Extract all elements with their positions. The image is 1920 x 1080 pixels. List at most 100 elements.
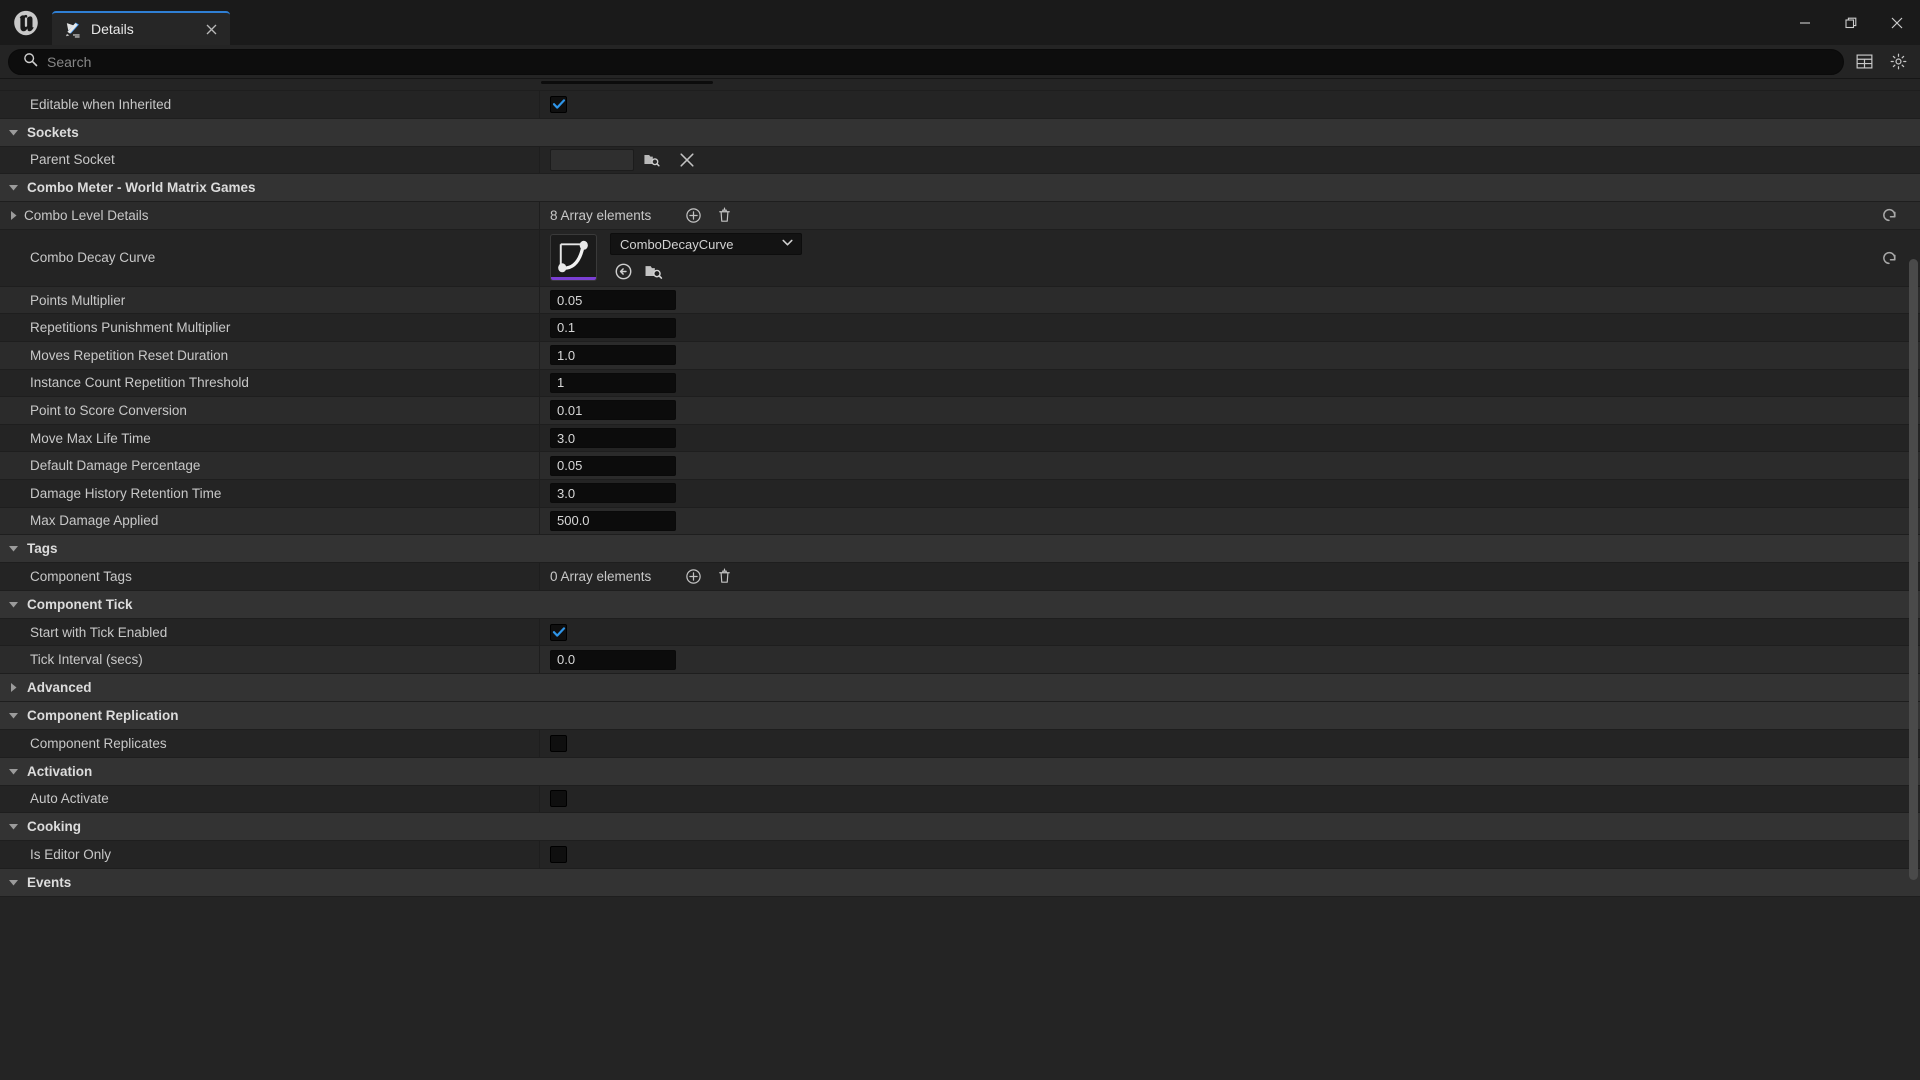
close-icon[interactable] bbox=[202, 20, 220, 38]
property-label: Repetitions Punishment Multiplier bbox=[30, 320, 231, 336]
gear-icon[interactable] bbox=[1884, 48, 1912, 76]
property-label: Instance Count Repetition Threshold bbox=[30, 375, 249, 391]
category-header-combo-meter-world-matrix-games[interactable]: Combo Meter - World Matrix Games bbox=[0, 174, 1920, 203]
triangle-down-icon[interactable] bbox=[6, 597, 20, 611]
chevron-down-icon bbox=[781, 236, 794, 252]
delete-icon[interactable] bbox=[713, 204, 735, 226]
triangle-down-icon[interactable] bbox=[6, 764, 20, 778]
unreal-engine-logo bbox=[0, 0, 52, 45]
browse-asset-icon[interactable] bbox=[640, 149, 662, 171]
property-value-cell: ComboDecayCurve bbox=[540, 230, 1920, 286]
number-input-move-max-life-time[interactable]: 3.0 bbox=[550, 428, 676, 449]
property-name-cell: Move Max Life Time bbox=[0, 424, 540, 452]
category-label: Events bbox=[27, 874, 72, 890]
triangle-down-icon[interactable] bbox=[6, 181, 20, 195]
search-field[interactable] bbox=[8, 48, 1844, 75]
number-input-default-damage-percentage[interactable]: 0.05 bbox=[550, 455, 676, 476]
property-value-cell bbox=[540, 841, 1920, 868]
checkbox-is-editor-only[interactable] bbox=[550, 845, 567, 863]
socket-name-input[interactable] bbox=[550, 148, 634, 171]
property-value-cell: 1.0 bbox=[540, 342, 1920, 369]
triangle-down-icon[interactable] bbox=[6, 875, 20, 889]
number-value: 3.0 bbox=[557, 485, 576, 501]
triangle-down-icon[interactable] bbox=[6, 542, 20, 556]
checkbox-start-with-tick-enabled[interactable] bbox=[550, 623, 567, 641]
property-name-cell: Repetitions Punishment Multiplier bbox=[0, 314, 540, 341]
property-label: Editable when Inherited bbox=[30, 96, 172, 112]
property-row: Component Replicates bbox=[0, 729, 1920, 758]
property-label: Component Replicates bbox=[30, 735, 167, 751]
vertical-scrollbar[interactable] bbox=[1909, 79, 1918, 1080]
add-element-icon[interactable] bbox=[682, 204, 704, 226]
number-input-moves-repetition-reset-duration[interactable]: 1.0 bbox=[550, 345, 676, 366]
scrollbar-thumb[interactable] bbox=[1909, 259, 1918, 880]
category-header-sockets[interactable]: Sockets bbox=[0, 118, 1920, 147]
property-name-cell: Max Damage Applied bbox=[0, 507, 540, 535]
number-input-point-to-score-conversion[interactable]: 0.01 bbox=[550, 400, 676, 421]
category-header-component-tick[interactable]: Component Tick bbox=[0, 590, 1920, 619]
add-element-icon[interactable] bbox=[682, 565, 704, 587]
details-panel-icon bbox=[64, 21, 81, 38]
category-label: Tags bbox=[27, 541, 58, 557]
number-value: 3.0 bbox=[557, 430, 576, 446]
category-header-tags[interactable]: Tags bbox=[0, 535, 1920, 564]
property-row: Is Editor Only bbox=[0, 841, 1920, 869]
property-row: Max Damage Applied 500.0 bbox=[0, 507, 1920, 536]
property-label: Point to Score Conversion bbox=[30, 402, 187, 418]
property-value-cell: 0.05 bbox=[540, 452, 1920, 479]
number-input-tick-interval-secs-[interactable]: 0.0 bbox=[550, 649, 676, 670]
minimize-icon[interactable] bbox=[1782, 0, 1828, 45]
asset-dropdown[interactable]: ComboDecayCurve bbox=[610, 233, 802, 256]
search-input[interactable] bbox=[47, 53, 1829, 70]
array-element-count: 8 Array elements bbox=[550, 207, 652, 223]
curve-thumbnail-icon[interactable] bbox=[550, 234, 597, 282]
number-input-damage-history-retention-time[interactable]: 3.0 bbox=[550, 483, 676, 504]
triangle-down-icon[interactable] bbox=[6, 125, 20, 139]
category-header-cooking[interactable]: Cooking bbox=[0, 813, 1920, 842]
category-header-events[interactable]: Events bbox=[0, 868, 1920, 897]
property-value-cell bbox=[540, 730, 1920, 757]
restore-icon[interactable] bbox=[1828, 0, 1874, 45]
reset-to-default-icon[interactable] bbox=[1880, 206, 1898, 224]
property-name-cell: Points Multiplier bbox=[0, 286, 540, 314]
property-value-cell bbox=[540, 147, 1920, 174]
checkbox-component-replicates[interactable] bbox=[550, 734, 567, 752]
search-icon bbox=[23, 52, 38, 72]
use-selected-asset-icon[interactable] bbox=[612, 260, 634, 282]
number-input-repetitions-punishment-multiplier[interactable]: 0.1 bbox=[550, 317, 676, 338]
search-bar bbox=[0, 45, 1920, 79]
number-input-points-multiplier[interactable]: 0.05 bbox=[550, 290, 676, 311]
delete-icon[interactable] bbox=[713, 565, 735, 587]
browse-to-asset-icon[interactable] bbox=[642, 260, 664, 282]
details-property-list[interactable]: Editable when Inherited Sockets Parent Soc… bbox=[0, 79, 1920, 1080]
property-name-cell: Is Editor Only bbox=[0, 841, 540, 868]
category-header-component-replication[interactable]: Component Replication bbox=[0, 701, 1920, 730]
property-row: Parent Socket bbox=[0, 146, 1920, 175]
property-row: Damage History Retention Time 3.0 bbox=[0, 479, 1920, 508]
category-header-advanced[interactable]: Advanced bbox=[0, 673, 1920, 702]
category-label: Cooking bbox=[27, 819, 81, 835]
column-view-icon[interactable] bbox=[1850, 48, 1878, 76]
number-value: 500.0 bbox=[557, 513, 590, 529]
array-element-count: 0 Array elements bbox=[550, 568, 652, 584]
property-row: Component Tags 0 Array elements bbox=[0, 563, 1920, 591]
triangle-right-icon[interactable] bbox=[6, 208, 20, 222]
number-input-max-damage-applied[interactable]: 500.0 bbox=[550, 510, 676, 531]
checkbox-editable-when-inherited[interactable] bbox=[550, 95, 567, 113]
checkbox-auto-activate[interactable] bbox=[550, 790, 567, 808]
category-label: Component Tick bbox=[27, 596, 133, 612]
property-label: Component Tags bbox=[30, 568, 132, 584]
property-label: Tick Interval (secs) bbox=[30, 652, 143, 668]
tab-details[interactable]: Details bbox=[52, 11, 230, 45]
property-value-cell bbox=[540, 619, 1920, 646]
tab-label: Details bbox=[91, 21, 134, 37]
triangle-down-icon[interactable] bbox=[6, 708, 20, 722]
triangle-right-icon[interactable] bbox=[6, 680, 20, 694]
category-header-activation[interactable]: Activation bbox=[0, 757, 1920, 786]
triangle-down-icon[interactable] bbox=[6, 820, 20, 834]
clear-icon[interactable] bbox=[676, 149, 698, 171]
number-input-instance-count-repetition-threshold[interactable]: 1 bbox=[550, 372, 676, 393]
reset-to-default-icon[interactable] bbox=[1880, 249, 1898, 267]
close-icon[interactable] bbox=[1874, 0, 1920, 45]
property-label: Points Multiplier bbox=[30, 292, 126, 308]
